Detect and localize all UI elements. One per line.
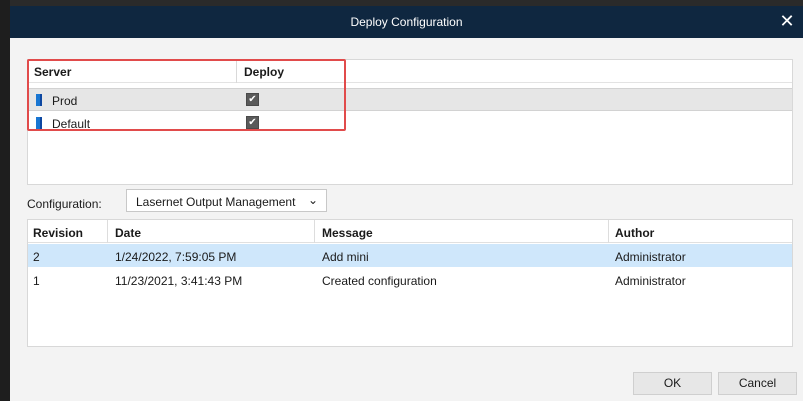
date-column-divider[interactable] xyxy=(314,220,315,243)
configuration-select[interactable]: Lasernet Output Management ⌄ xyxy=(126,189,327,212)
ok-button[interactable]: OK xyxy=(633,372,712,395)
deploy-checkbox[interactable]: ✔ xyxy=(246,116,259,129)
revision-message: Add mini xyxy=(322,250,369,264)
deploy-configuration-dialog: Deploy Configuration ✕ Server Deploy Pro… xyxy=(10,6,803,401)
revision-author: Administrator xyxy=(615,250,686,264)
revision-column-divider[interactable] xyxy=(107,220,108,243)
cancel-button[interactable]: Cancel xyxy=(718,372,797,395)
message-column-header[interactable]: Message xyxy=(322,226,373,240)
revision-message: Created configuration xyxy=(322,274,437,288)
deploy-checkbox[interactable]: ✔ xyxy=(246,93,259,106)
author-column-header[interactable]: Author xyxy=(615,226,654,240)
revision-number: 2 xyxy=(33,250,40,264)
configuration-selected-value: Lasernet Output Management xyxy=(136,195,296,209)
server-deploy-table: Server Deploy Prod ✔ Default ✔ xyxy=(27,59,793,185)
server-name: Default xyxy=(52,117,91,131)
revision-column-header[interactable]: Revision xyxy=(33,226,83,240)
revision-row-1[interactable]: 1 11/23/2021, 3:41:43 PM Created configu… xyxy=(28,268,792,291)
revision-date: 11/23/2021, 3:41:43 PM xyxy=(115,274,243,288)
server-icon xyxy=(36,94,42,106)
chevron-down-icon: ⌄ xyxy=(307,193,318,207)
message-column-divider[interactable] xyxy=(608,220,609,243)
server-column-header[interactable]: Server xyxy=(34,65,71,79)
background-left-strip xyxy=(0,0,10,401)
date-column-header[interactable]: Date xyxy=(115,226,141,240)
deploy-column-header[interactable]: Deploy xyxy=(244,65,284,79)
configuration-label: Configuration: xyxy=(27,197,102,211)
revision-table: Revision Date Message Author 2 1/24/2022… xyxy=(27,219,793,347)
revision-number: 1 xyxy=(33,274,40,288)
close-icon[interactable]: ✕ xyxy=(777,11,797,31)
server-table-header: Server Deploy xyxy=(28,60,792,83)
revision-row-2[interactable]: 2 1/24/2022, 7:59:05 PM Add mini Adminis… xyxy=(28,244,792,267)
server-row-prod[interactable]: Prod ✔ xyxy=(28,88,792,111)
dialog-title: Deploy Configuration xyxy=(350,15,463,29)
server-name: Prod xyxy=(52,94,78,108)
server-icon xyxy=(36,117,42,129)
dialog-titlebar: Deploy Configuration ✕ xyxy=(10,6,803,38)
revision-table-header: Revision Date Message Author xyxy=(28,220,792,243)
revision-date: 1/24/2022, 7:59:05 PM xyxy=(115,250,237,264)
server-column-divider[interactable] xyxy=(236,60,237,83)
server-row-default[interactable]: Default ✔ xyxy=(28,112,792,135)
revision-author: Administrator xyxy=(615,274,686,288)
